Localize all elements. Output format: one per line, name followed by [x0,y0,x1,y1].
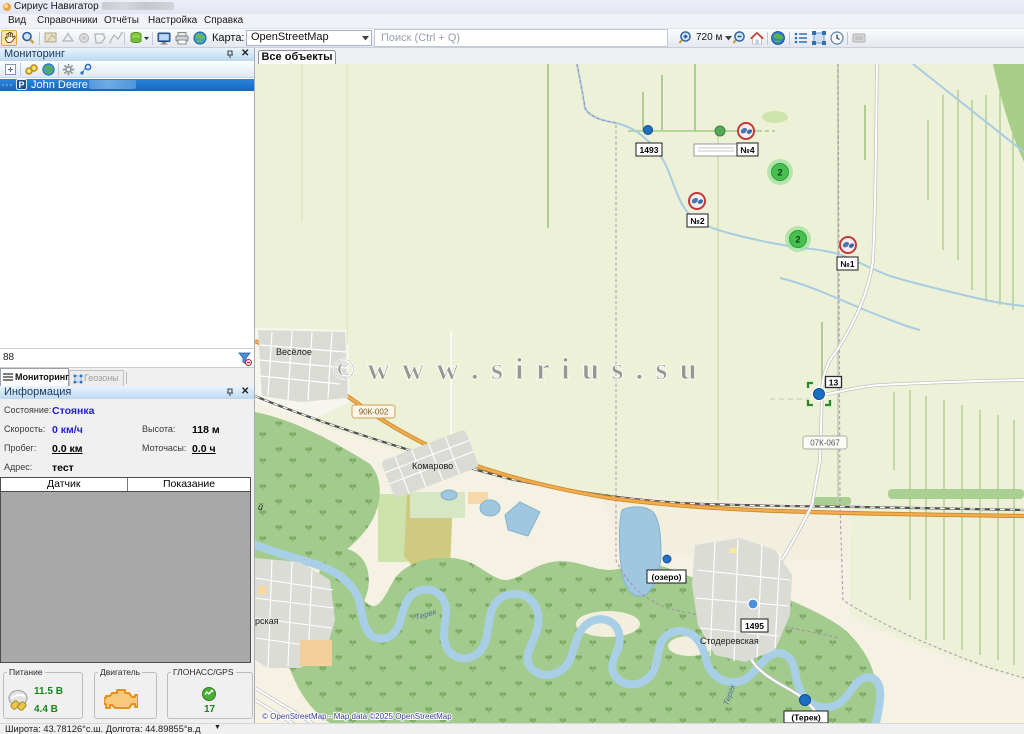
svg-text:(Терек): (Терек) [791,713,821,723]
svg-text:№1: №1 [840,259,854,269]
svg-text:й: й [258,502,263,512]
svg-text:© OpenStreetMap - Map data ©20: © OpenStreetMap - Map data ©2025 OpenStr… [262,712,452,721]
svg-text:90К-002: 90К-002 [359,408,389,417]
svg-text:07К-067: 07К-067 [810,439,840,448]
svg-text:(озеро): (озеро) [652,572,682,582]
svg-text:2: 2 [795,235,800,245]
svg-text:1495: 1495 [745,621,764,631]
svg-text:13: 13 [829,378,839,388]
svg-text:Стодеревская: Стодеревская [700,636,759,646]
svg-text:1493: 1493 [640,145,659,155]
svg-text:№4: №4 [740,145,754,155]
svg-text:Весёлое: Весёлое [276,347,312,357]
svg-text:© w w w . s i r i u s . s u: © w w w . s i r i u s . s u [332,351,699,386]
svg-text:2: 2 [777,168,782,178]
svg-text:рская: рская [255,616,279,626]
svg-text:Комарово: Комарово [412,461,453,471]
svg-text:№2: №2 [690,216,704,226]
